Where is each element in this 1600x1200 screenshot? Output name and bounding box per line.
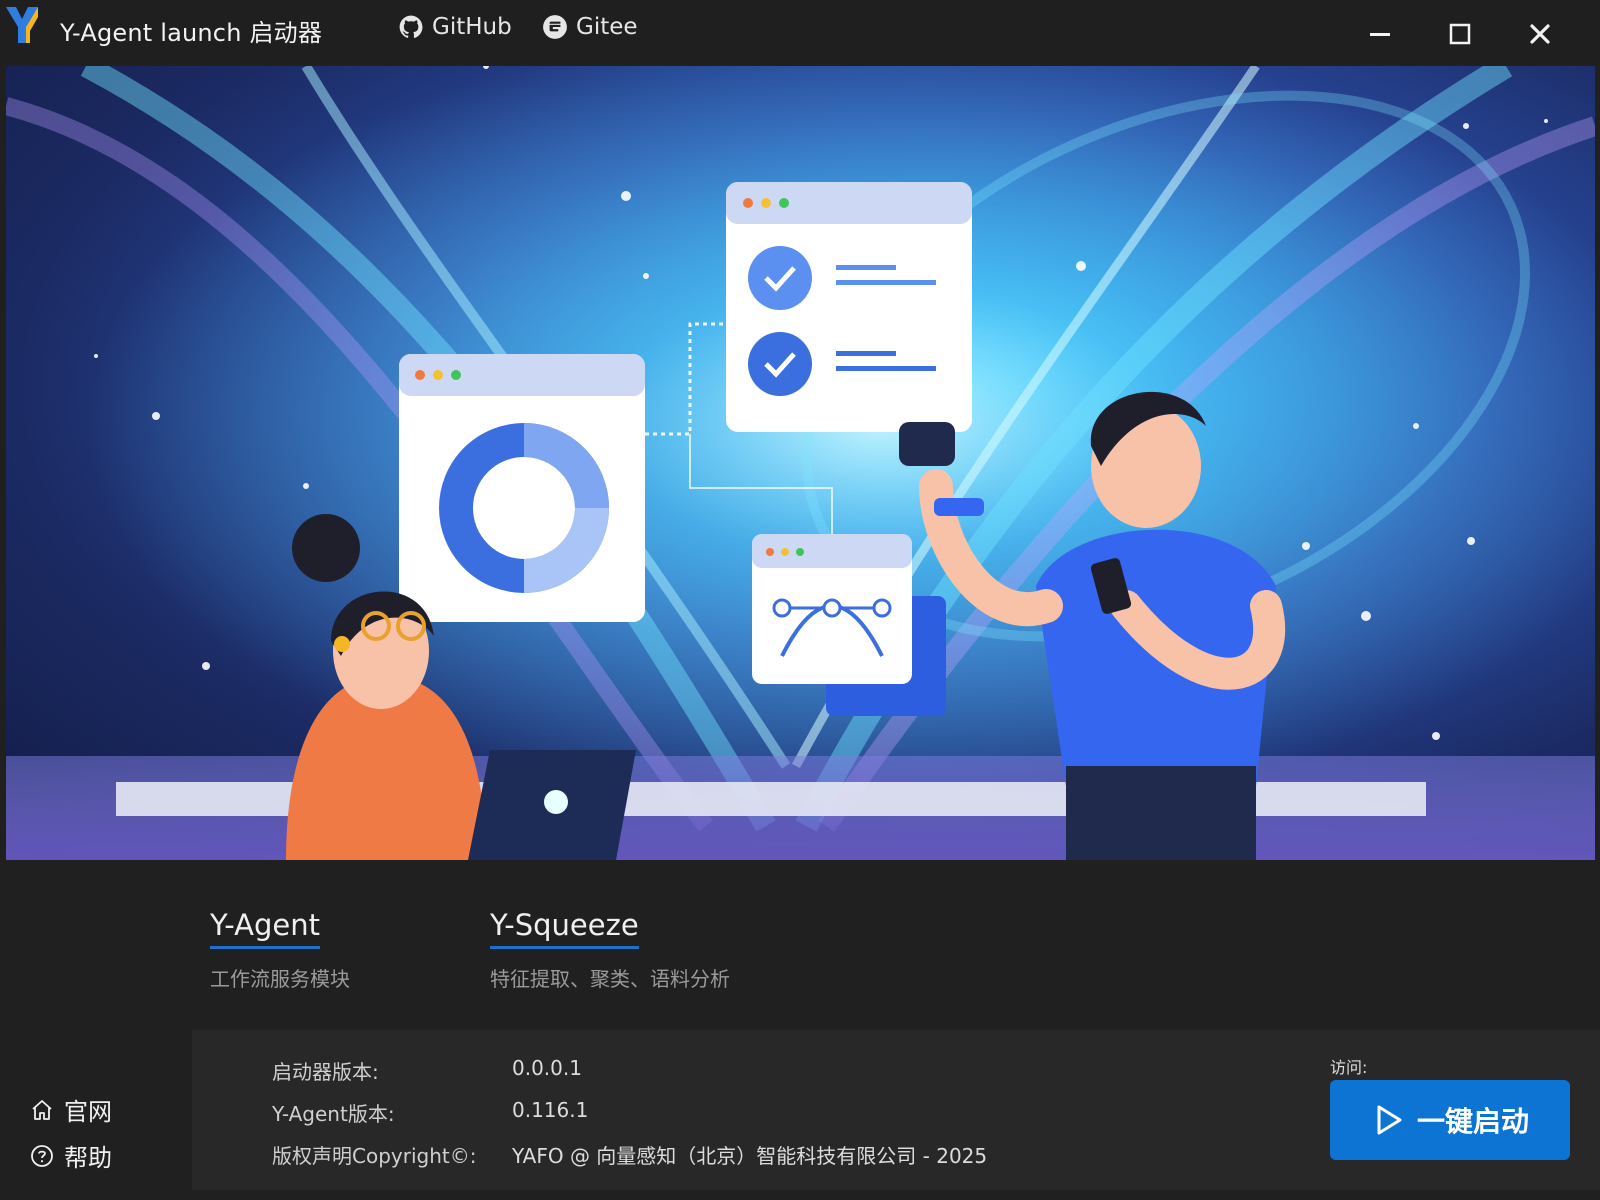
- gitee-link[interactable]: Gitee: [542, 14, 638, 40]
- agent-version-value: 0.116.1: [512, 1098, 589, 1122]
- app-title: Y-Agent launch 启动器: [60, 19, 323, 47]
- launcher-version-value: 0.0.0.1: [512, 1056, 582, 1080]
- official-site-label: 官网: [64, 1098, 112, 1126]
- module-description: 特征提取、聚类、语料分析: [490, 967, 730, 991]
- checklist-window: [726, 182, 972, 432]
- visit-label: 访问:: [1330, 1058, 1368, 1077]
- github-icon: [399, 15, 423, 38]
- module-name: Y-Squeeze: [490, 908, 639, 949]
- launcher-version-label: 启动器版本:: [272, 1060, 379, 1084]
- close-icon: [1530, 24, 1550, 44]
- minimize-button[interactable]: [1360, 16, 1400, 52]
- hero-artwork: [6, 66, 1595, 860]
- github-link[interactable]: GitHub: [398, 14, 512, 40]
- minimize-icon: [1370, 33, 1390, 36]
- copyright-value: YAFO @ 向量感知（北京）智能科技有限公司 - 2025: [512, 1144, 988, 1168]
- agent-version-label: Y-Agent版本:: [272, 1102, 395, 1126]
- github-label: GitHub: [432, 14, 512, 40]
- help-icon: [31, 1144, 53, 1167]
- module-tab-y-squeeze[interactable]: Y-Squeeze 特征提取、聚类、语料分析: [490, 908, 730, 992]
- help-link[interactable]: 帮助: [30, 1138, 112, 1173]
- play-icon: [1377, 1105, 1402, 1135]
- hero-illustration: [6, 66, 1595, 860]
- launch-button-label: 一键启动: [1416, 1105, 1529, 1138]
- help-label: 帮助: [64, 1144, 112, 1172]
- maximize-icon: [1449, 23, 1471, 45]
- home-icon: [32, 1099, 52, 1120]
- official-site-link[interactable]: 官网: [30, 1092, 112, 1127]
- launch-button[interactable]: 一键启动: [1330, 1080, 1570, 1160]
- gitee-icon: [543, 15, 567, 39]
- close-button[interactable]: [1520, 16, 1560, 52]
- gitee-label: Gitee: [576, 14, 638, 40]
- title-bar: Y-Agent launch 启动器 GitHub Gitee: [0, 0, 1600, 64]
- module-tab-y-agent[interactable]: Y-Agent 工作流服务模块: [210, 908, 350, 992]
- app-logo-icon: [6, 7, 38, 43]
- copyright-label: 版权声明Copyright©:: [272, 1144, 477, 1168]
- donut-chart-window: [399, 354, 645, 622]
- module-name: Y-Agent: [210, 908, 320, 949]
- maximize-button[interactable]: [1440, 16, 1480, 52]
- module-description: 工作流服务模块: [210, 967, 350, 991]
